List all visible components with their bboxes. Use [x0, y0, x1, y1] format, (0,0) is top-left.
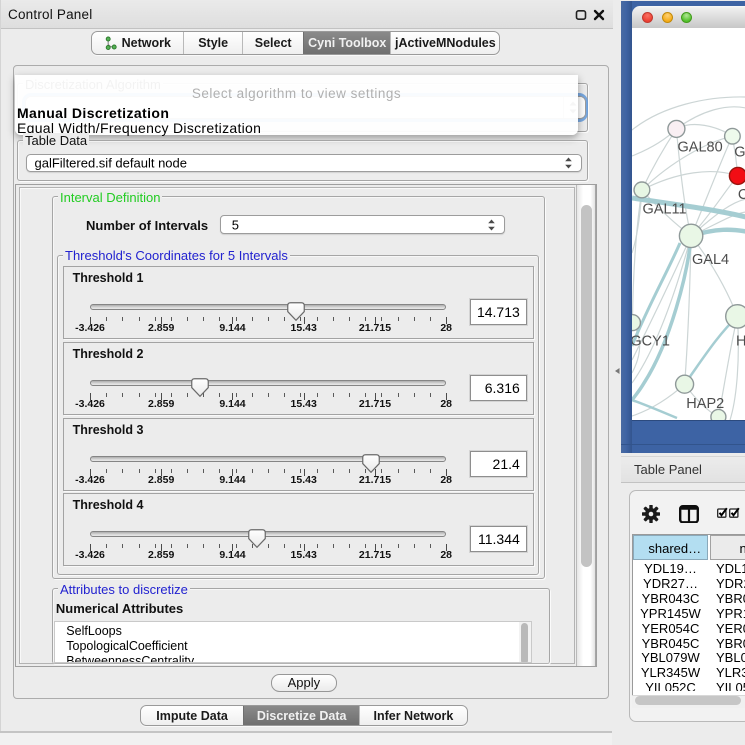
- svg-text:GAL4: GAL4: [692, 252, 729, 268]
- svg-text:GAL80: GAL80: [677, 140, 722, 156]
- svg-text:GA: GA: [734, 145, 745, 161]
- svg-text:GAL11: GAL11: [642, 202, 686, 218]
- svg-text:HAP2: HAP2: [686, 396, 724, 412]
- svg-text:C: C: [737, 187, 744, 203]
- svg-text:H: H: [736, 334, 745, 350]
- svg-text:GCY1: GCY1: [632, 334, 670, 350]
